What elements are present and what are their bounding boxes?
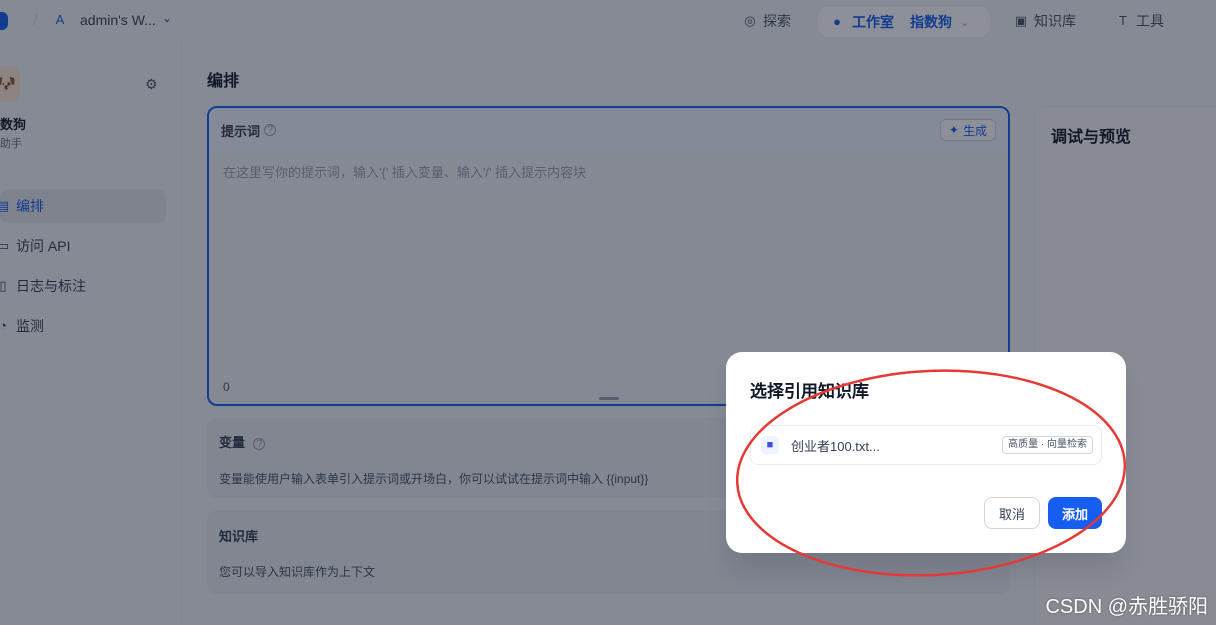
index-mode-badge: 高质量 · 向量检索 (1002, 436, 1093, 454)
cancel-button[interactable]: 取消 (984, 497, 1040, 529)
watermark: CSDN @赤胜骄阳 (1045, 596, 1208, 618)
add-button[interactable]: 添加 (1048, 497, 1102, 529)
folder-icon: ■ (761, 436, 779, 454)
knowledge-name: 创业者100.txt... (791, 438, 880, 454)
knowledge-list-item[interactable]: ■ 创业者100.txt... 高质量 · 向量检索 (750, 425, 1102, 465)
select-knowledge-dialog: 选择引用知识库 ■ 创业者100.txt... 高质量 · 向量检索 取消 添加 (726, 352, 1126, 553)
dialog-title: 选择引用知识库 (750, 382, 869, 401)
